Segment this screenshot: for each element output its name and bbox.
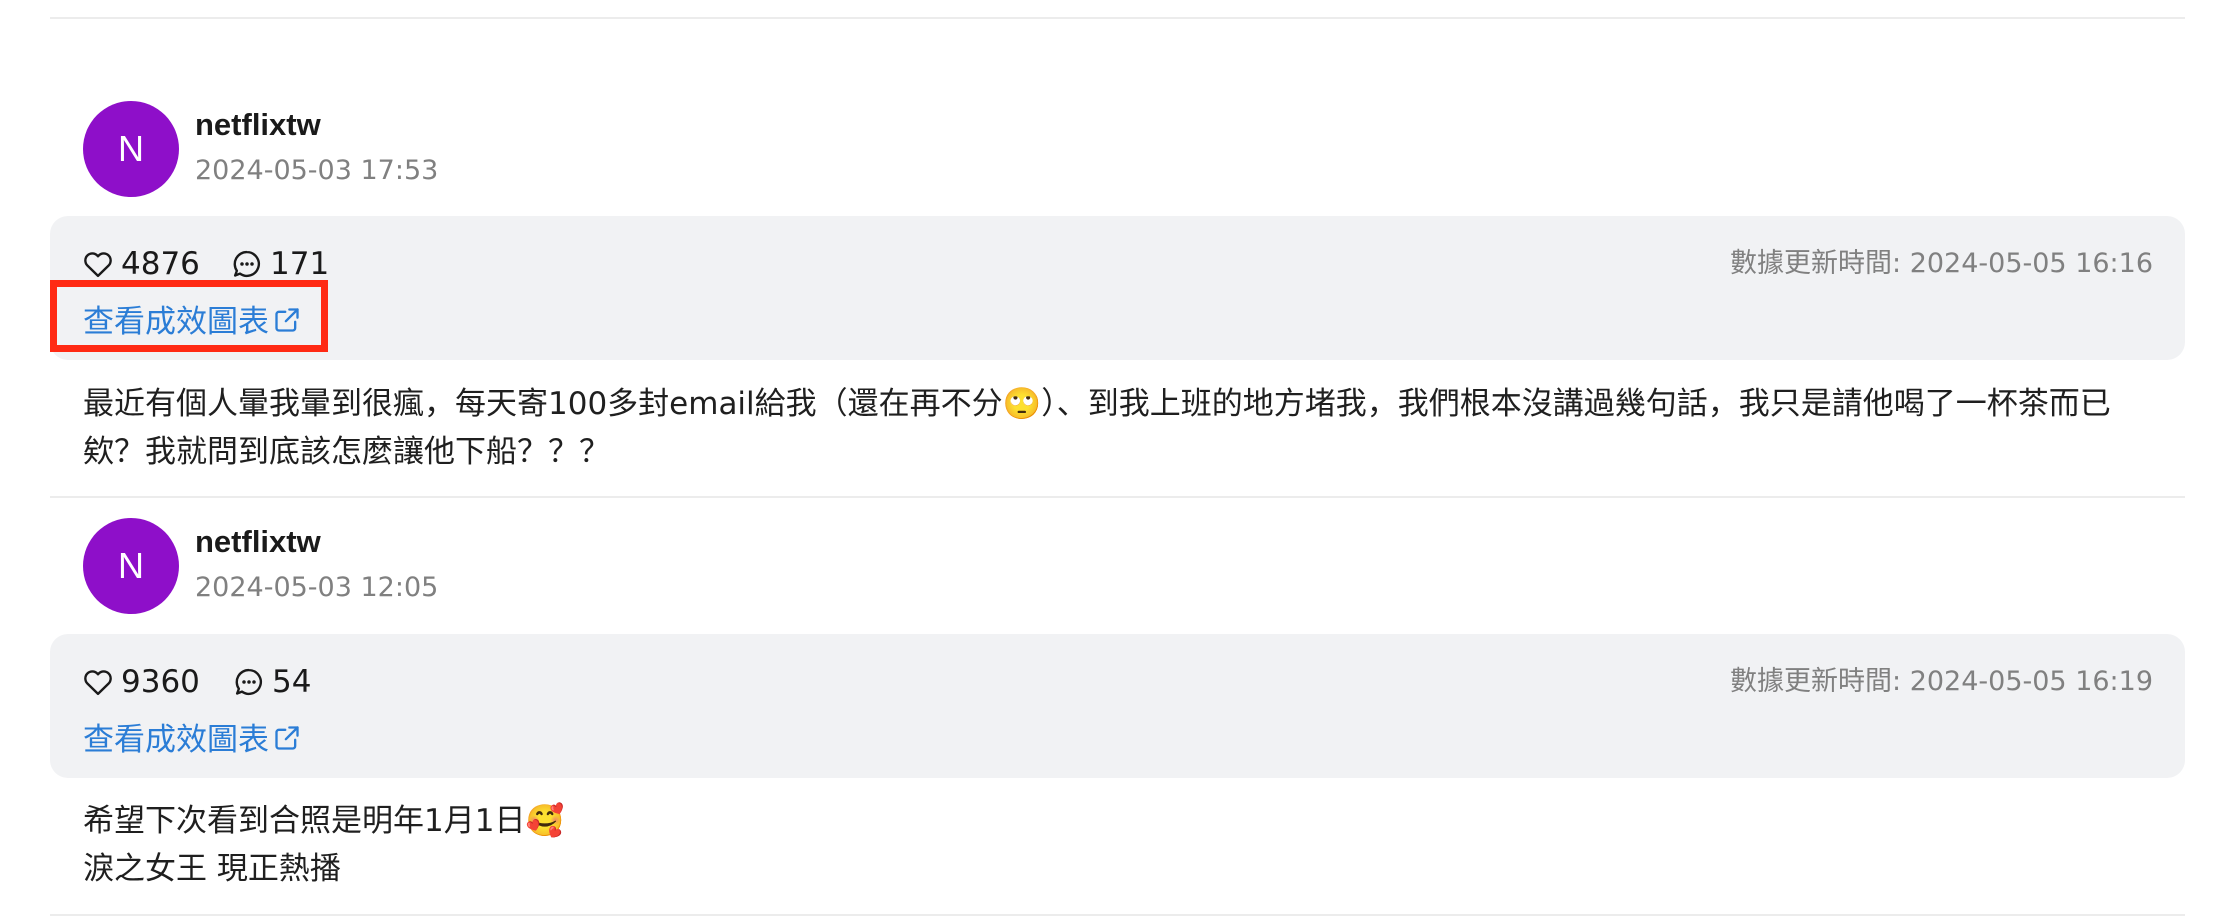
view-performance-chart-label: 查看成效圖表: [83, 721, 269, 758]
post-content: 希望下次看到合照是明年1月1日🥰 淚之女王 現正熱播: [83, 797, 2163, 893]
data-updated-time: 數據更新時間: 2024-05-05 16:19: [1730, 666, 2153, 697]
username[interactable]: netflixtw: [195, 107, 321, 143]
like-count-value: 9360: [121, 664, 200, 700]
heart-icon: [84, 252, 112, 278]
like-count: 9360: [83, 662, 200, 702]
stats-panel: 4876 171 數據更新時間: 2024-05-05 16:16 查看成效圖表: [50, 216, 2185, 360]
heart-icon: [84, 670, 112, 696]
highlight-box: [50, 280, 328, 352]
comment-count-value: 54: [272, 664, 312, 700]
post-content-line: 希望下次看到合照是明年1月1日🥰: [83, 803, 565, 839]
post-content: 最近有個人暈我暈到很瘋，每天寄100多封email給我（還在再不分🙄）、到我上班…: [83, 380, 2163, 476]
post-content-line: 欸？我就問到底該怎麼讓他下船？？？: [83, 434, 610, 470]
post-divider: [50, 914, 2185, 916]
username[interactable]: netflixtw: [195, 524, 321, 560]
comment-count: 54: [234, 662, 311, 702]
chat-bubble-icon: [235, 668, 262, 696]
post-content-line: 淚之女王 現正熱播: [83, 851, 341, 887]
avatar[interactable]: N: [83, 101, 179, 197]
comment-count-value: 171: [270, 246, 330, 282]
chat-bubble-icon: [233, 250, 260, 278]
like-count: 4876: [83, 244, 200, 284]
external-link-icon: [275, 726, 299, 750]
avatar[interactable]: N: [83, 518, 179, 614]
top-divider: [50, 17, 2185, 19]
view-performance-chart-link[interactable]: 查看成效圖表: [83, 714, 301, 758]
post-divider: [50, 496, 2185, 498]
post-content-line: 最近有個人暈我暈到很瘋，每天寄100多封email給我（還在再不分🙄）、到我上班…: [83, 386, 2111, 422]
post-timestamp: 2024-05-03 12:05: [195, 572, 439, 603]
post-timestamp: 2024-05-03 17:53: [195, 155, 439, 186]
stats-panel: 9360 54 數據更新時間: 2024-05-05 16:19 查看成效圖表: [50, 634, 2185, 778]
comment-count: 171: [232, 244, 329, 284]
data-updated-time: 數據更新時間: 2024-05-05 16:16: [1730, 248, 2153, 279]
like-count-value: 4876: [121, 246, 200, 282]
